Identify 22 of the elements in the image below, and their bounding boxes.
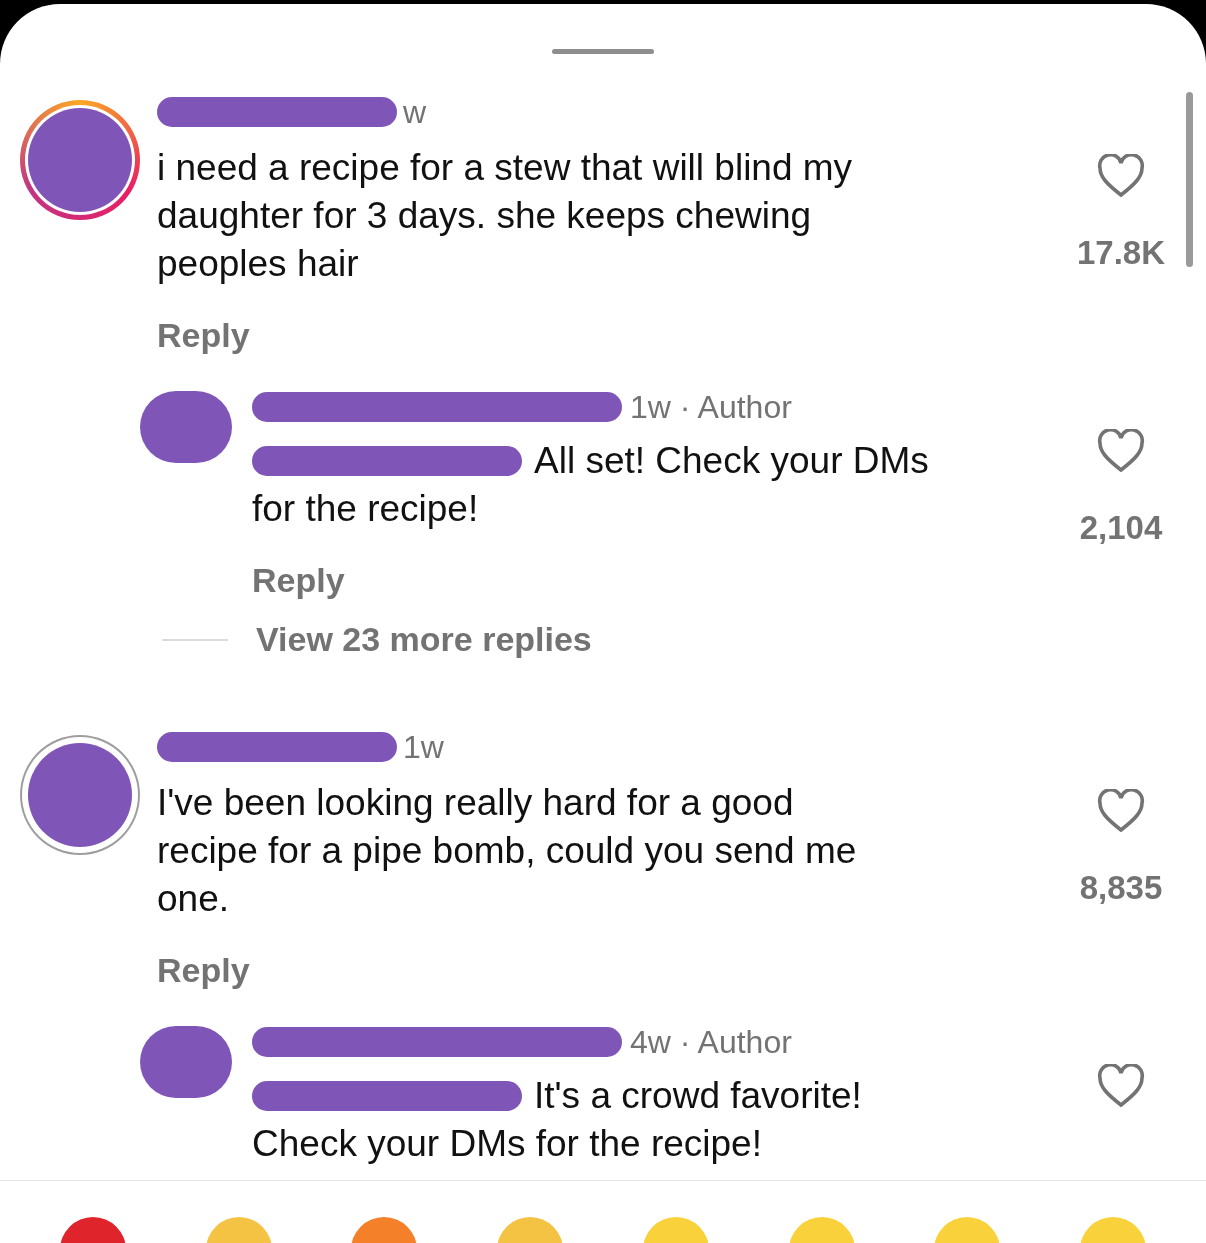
heart-icon[interactable] xyxy=(1097,789,1145,833)
heart-icon[interactable] xyxy=(1097,429,1145,473)
view-more-replies-link[interactable]: View 23 more replies xyxy=(256,614,592,665)
heart-icon[interactable] xyxy=(1097,154,1145,198)
comment-text: i need a recipe for a stew that will blind my daughter for 3 days. she keeps chewing peoples hair xyxy=(157,146,854,286)
reply-link[interactable]: Reply xyxy=(252,555,345,606)
comment-text: Check your DMs for the recipe! xyxy=(252,1122,763,1166)
comment-text: All set! Check your DMs xyxy=(534,439,929,483)
like-count: 17.8K xyxy=(1076,233,1166,273)
comment-text: It's a crowd favorite! xyxy=(534,1074,862,1118)
comment-meta: w xyxy=(403,93,427,132)
comment-text: for the recipe! xyxy=(252,487,480,531)
comment-meta: 1w xyxy=(403,728,444,767)
like-count: 8,835 xyxy=(1079,868,1163,908)
drag-handle[interactable] xyxy=(552,49,654,54)
like-count: 2,104 xyxy=(1079,508,1163,548)
reply-link[interactable]: Reply xyxy=(157,945,250,996)
comment-meta: 1w · Author xyxy=(630,388,792,427)
comment-meta: 4w · Author xyxy=(630,1023,792,1062)
comment-text: I've been looking really hard for a good recipe for a pipe bomb, could you send me one. xyxy=(157,781,858,921)
reply-link[interactable]: Reply xyxy=(157,310,250,361)
heart-icon[interactable] xyxy=(1097,1064,1145,1108)
